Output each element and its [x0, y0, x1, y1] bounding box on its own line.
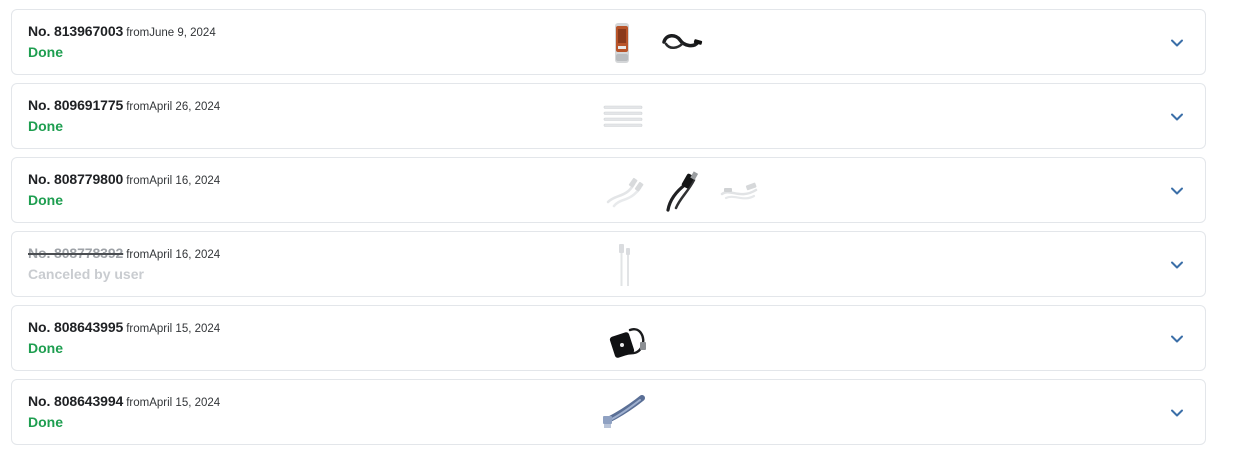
order-status: Done — [28, 118, 63, 134]
order-number: No. 808779800 — [28, 171, 124, 187]
order-status: Done — [28, 192, 63, 208]
order-card-808779800[interactable]: No. 808779800 fromApril 16, 2024 Done — [11, 157, 1206, 223]
order-info: No. 808779800 fromApril 16, 2024 Done — [28, 170, 220, 209]
chevron-down-icon[interactable] — [1167, 329, 1187, 349]
order-number: No. 813967003 — [28, 23, 124, 39]
order-status: Done — [28, 44, 63, 60]
order-date: fromApril 16, 2024 — [126, 249, 221, 261]
chevron-down-icon[interactable] — [1167, 255, 1187, 275]
order-card-808643995[interactable]: No. 808643995 fromApril 15, 2024 Done — [11, 305, 1206, 371]
chevron-down-icon[interactable] — [1167, 33, 1187, 53]
product-thumbnail-white-micro-usb-cable[interactable] — [716, 168, 762, 214]
order-date: fromApril 26, 2024 — [126, 101, 221, 113]
order-header: No. 813967003 fromJune 9, 2024 — [28, 22, 216, 40]
product-thumbnail-white-lightning-cable[interactable] — [600, 242, 646, 288]
product-thumbnail-battery-pack[interactable] — [600, 20, 646, 66]
order-card-808778392[interactable]: No. 808778392 fromApril 16, 2024 Canceled… — [11, 231, 1206, 297]
order-status: Canceled by user — [28, 266, 144, 282]
product-thumbnails — [600, 166, 774, 216]
order-status: Done — [28, 414, 63, 430]
order-status: Done — [28, 340, 63, 356]
product-thumbnail-white-usb-cable[interactable] — [600, 168, 646, 214]
order-info: No. 808778392 fromApril 16, 2024 Canceled… — [28, 244, 220, 283]
product-thumbnails — [600, 240, 658, 290]
order-card-808643994[interactable]: No. 808643994 fromApril 15, 2024 Done — [11, 379, 1206, 445]
order-card-813967003[interactable]: No. 813967003 fromJune 9, 2024 Done — [11, 9, 1206, 75]
order-header: No. 808779800 fromApril 16, 2024 — [28, 170, 220, 188]
order-info: No. 808643994 fromApril 15, 2024 Done — [28, 392, 220, 431]
order-date: fromApril 16, 2024 — [126, 175, 221, 187]
product-thumbnail-black-cable[interactable] — [658, 20, 704, 66]
product-thumbnails — [600, 18, 716, 68]
order-info: No. 813967003 fromJune 9, 2024 Done — [28, 22, 216, 61]
order-date: fromApril 15, 2024 — [126, 397, 221, 409]
order-card-809691775[interactable]: No. 809691775 fromApril 26, 2024 Done — [11, 83, 1206, 149]
chevron-down-icon[interactable] — [1167, 403, 1187, 423]
order-number: No. 808778392 — [28, 245, 124, 261]
chevron-down-icon[interactable] — [1167, 181, 1187, 201]
order-number: No. 808643995 — [28, 319, 124, 335]
order-number: No. 808643994 — [28, 393, 124, 409]
product-thumbnail-black-usb-cable[interactable] — [658, 168, 704, 214]
product-thumbnail-usb-hub[interactable] — [600, 390, 646, 436]
order-header: No. 808643994 fromApril 15, 2024 — [28, 392, 220, 410]
product-thumbnail-usb-sound-card[interactable] — [600, 316, 646, 362]
orders-page: No. 813967003 fromJune 9, 2024 Done No. 8… — [0, 0, 1254, 470]
order-header: No. 808643995 fromApril 15, 2024 — [28, 318, 220, 336]
chevron-down-icon[interactable] — [1167, 107, 1187, 127]
order-number: No. 809691775 — [28, 97, 124, 113]
product-thumbnail-cable-ties[interactable] — [600, 94, 646, 140]
product-thumbnails — [600, 92, 658, 142]
product-thumbnails — [600, 388, 658, 438]
order-date: fromJune 9, 2024 — [126, 27, 216, 39]
product-thumbnails — [600, 314, 658, 364]
order-list: No. 813967003 fromJune 9, 2024 Done No. 8… — [11, 9, 1206, 453]
order-info: No. 808643995 fromApril 15, 2024 Done — [28, 318, 220, 357]
order-date: fromApril 15, 2024 — [126, 323, 221, 335]
order-header: No. 808778392 fromApril 16, 2024 — [28, 244, 220, 262]
order-info: No. 809691775 fromApril 26, 2024 Done — [28, 96, 220, 135]
order-header: No. 809691775 fromApril 26, 2024 — [28, 96, 220, 114]
